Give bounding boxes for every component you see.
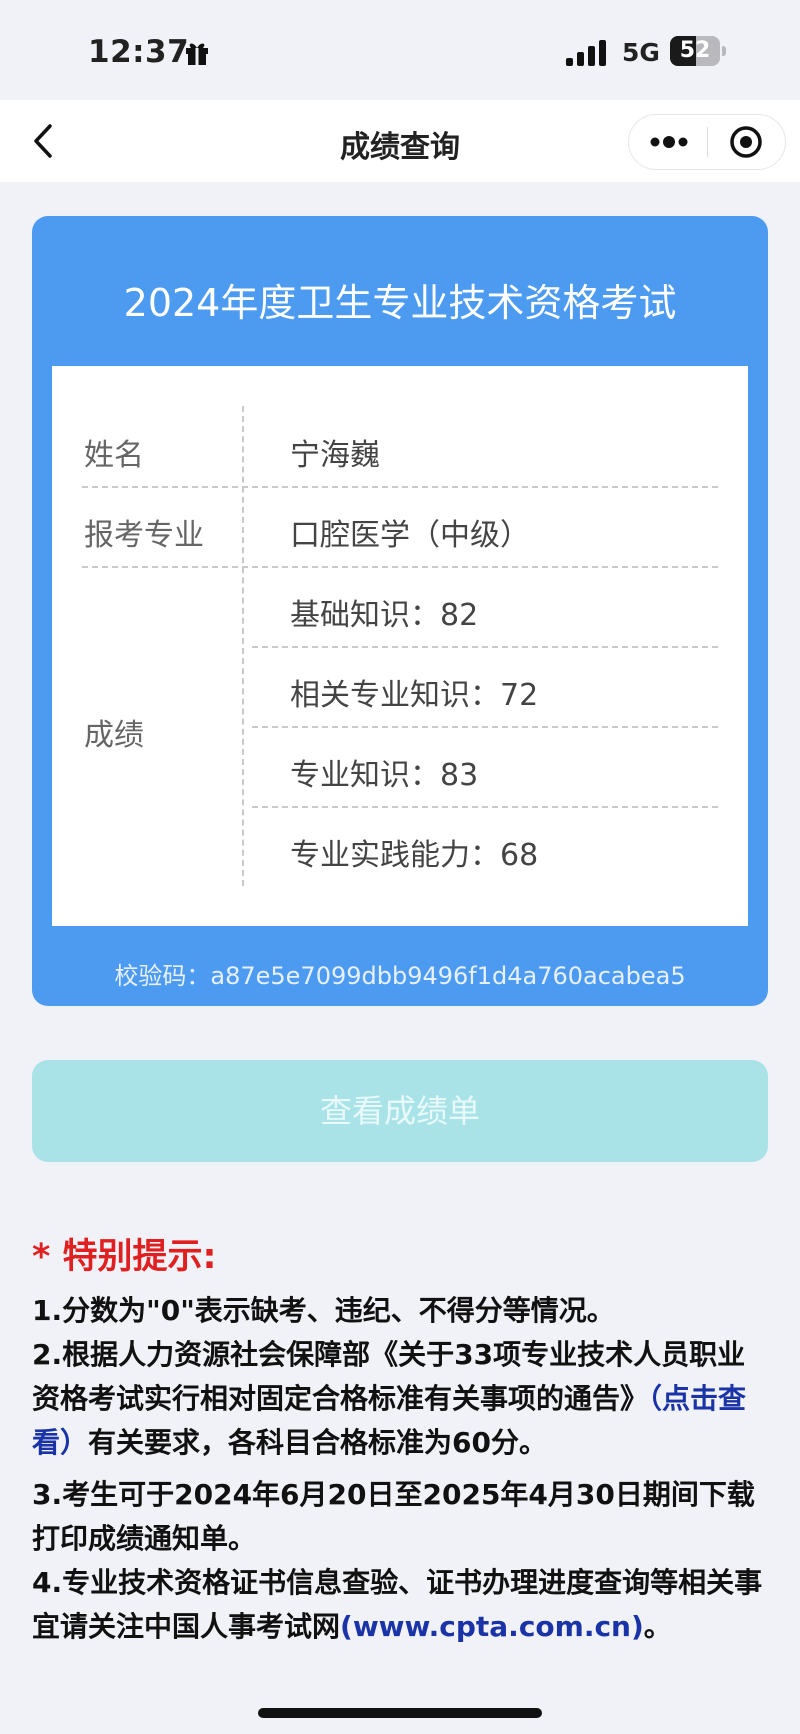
- name-label: 姓名: [84, 438, 144, 473]
- notice-item: 4.专业技术资格证书信息查验、证书办理进度查询等相关事宜请关注中国人事考试网(w…: [32, 1561, 772, 1649]
- capsule-divider: [707, 127, 708, 157]
- view-score-report-button[interactable]: 查看成绩单: [32, 1060, 768, 1162]
- special-notice: * 特别提示: 1.分数为"0"表示缺考、违纪、不得分等情况。 2.根据人力资源…: [32, 1228, 772, 1649]
- battery-level: 52: [679, 38, 711, 63]
- score-item: 基础知识：82: [290, 598, 479, 633]
- score-item: 专业知识：83: [290, 758, 479, 793]
- nav-bar: 成绩查询: [0, 100, 800, 182]
- scores-label: 成绩: [84, 718, 144, 753]
- score-card: 2024年度卫生专业技术资格考试 姓名 宁海巍 报考专业 口腔医学（中级） 成绩…: [32, 216, 768, 1006]
- checksum-code: 校验码：a87e5e7099dbb9496f1d4a760acabea5: [114, 962, 686, 990]
- close-target-icon[interactable]: [729, 125, 763, 159]
- more-icon[interactable]: [647, 127, 691, 157]
- major-value: 口腔医学（中级）: [290, 518, 530, 553]
- exam-title: 2024年度卫生专业技术资格考试: [123, 281, 677, 325]
- notice-item: 2.根据人力资源社会保障部《关于33项专业技术人员职业资格考试实行相对固定合格标…: [32, 1333, 772, 1465]
- battery-icon: 52: [670, 36, 726, 68]
- score-item: 相关专业知识：72: [290, 678, 539, 713]
- row-divider: [82, 486, 718, 488]
- notice-title: * 特别提示:: [32, 1237, 217, 1277]
- network-type: 5G: [622, 38, 660, 67]
- gift-icon: [186, 43, 208, 65]
- row-divider: [252, 646, 718, 648]
- notice-text: 3.考生可于2024年6月20日至2025年4月30日期间下载打印成绩通知单。: [32, 1478, 755, 1555]
- notice-text: 1.分数为"0"表示缺考、违纪、不得分等情况。: [32, 1294, 615, 1327]
- notice-text: 。: [643, 1610, 672, 1643]
- mini-program-capsule: [628, 114, 786, 170]
- notice-item: 3.考生可于2024年6月20日至2025年4月30日期间下载打印成绩通知单。: [32, 1473, 772, 1561]
- row-divider: [252, 806, 718, 808]
- home-indicator: [258, 1708, 542, 1718]
- cpta-website-link[interactable]: (www.cpta.com.cn): [340, 1610, 644, 1643]
- column-divider: [242, 406, 244, 886]
- name-value: 宁海巍: [290, 438, 380, 473]
- row-divider: [252, 726, 718, 728]
- notice-text: 2.根据人力资源社会保障部《关于33项专业技术人员职业资格考试实行相对固定合格标…: [32, 1338, 746, 1415]
- score-info-table: 姓名 宁海巍 报考专业 口腔医学（中级） 成绩 基础知识：82 相关专业知识：7…: [52, 366, 748, 926]
- status-time: 12:37: [88, 34, 190, 70]
- status-bar: 12:37 5G 52: [0, 0, 800, 100]
- major-label: 报考专业: [84, 518, 204, 553]
- score-item: 专业实践能力：68: [290, 838, 539, 873]
- signal-icon: [566, 40, 606, 66]
- notice-text: 有关要求，各科目合格标准为60分。: [88, 1426, 547, 1459]
- row-divider: [82, 566, 718, 568]
- notice-item: 1.分数为"0"表示缺考、违纪、不得分等情况。: [32, 1289, 772, 1333]
